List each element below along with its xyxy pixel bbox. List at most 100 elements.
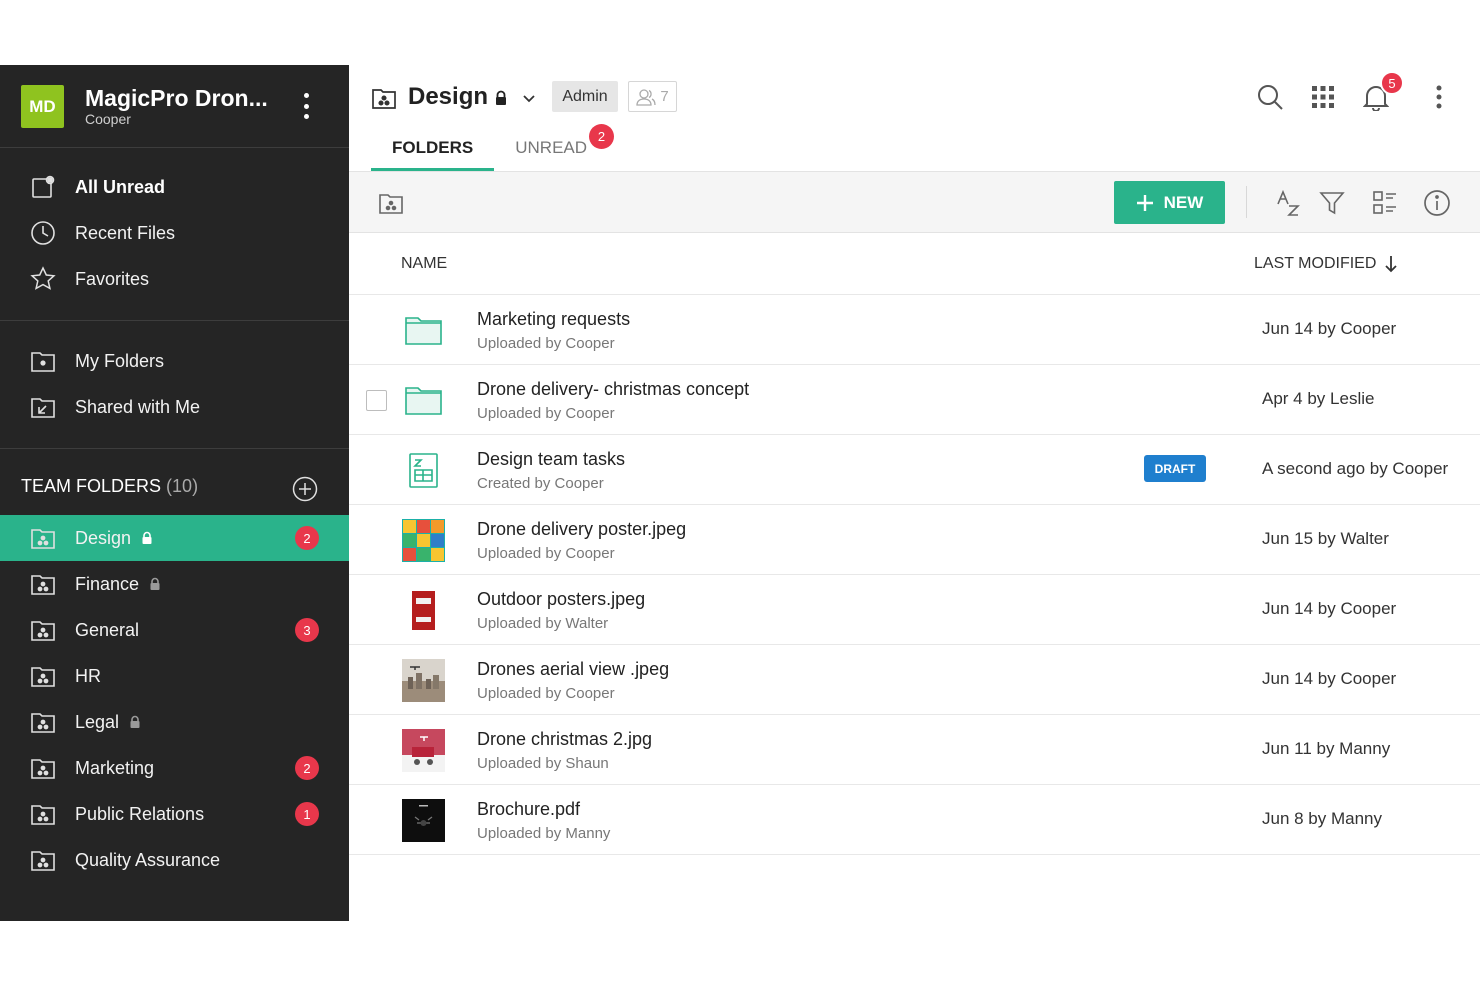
apps-grid-icon[interactable] bbox=[1303, 77, 1343, 117]
team-folder-icon bbox=[31, 713, 55, 733]
sidebar-item-my-folders[interactable]: My Folders bbox=[0, 338, 349, 384]
plus-icon bbox=[1136, 194, 1153, 211]
file-row[interactable]: Drones aerial view .jpeg Uploaded by Coo… bbox=[349, 645, 1480, 715]
sort-az-icon[interactable] bbox=[1272, 186, 1306, 220]
unread-count-badge: 2 bbox=[295, 756, 319, 780]
file-name[interactable]: Marketing requests bbox=[477, 309, 630, 330]
tab-unread[interactable]: UNREAD 2 bbox=[494, 124, 615, 171]
sidebar-item-label: HR bbox=[75, 665, 101, 686]
sidebar-item-team-folder[interactable]: Marketing 2 bbox=[0, 745, 349, 791]
filter-icon[interactable] bbox=[1315, 186, 1349, 220]
list-header: NAME LAST MODIFIED bbox=[349, 233, 1480, 295]
sidebar-item-label: General bbox=[75, 619, 140, 640]
file-name[interactable]: Brochure.pdf bbox=[477, 799, 580, 820]
sidebar-item-team-folder[interactable]: General 3 bbox=[0, 607, 349, 653]
sidebar-item-team-folder[interactable]: Design 2 bbox=[0, 515, 349, 561]
file-row[interactable]: Drone christmas 2.jpg Uploaded by Shaun … bbox=[349, 715, 1480, 785]
team-folder-icon bbox=[31, 805, 55, 825]
file-row[interactable]: Marketing requests Uploaded by Cooper Ju… bbox=[349, 295, 1480, 365]
role-badge: Admin bbox=[552, 81, 618, 112]
sidebar-item-label: Design bbox=[75, 528, 153, 549]
unread-count-badge: 1 bbox=[295, 802, 319, 826]
team-folders-header: TEAM FOLDERS (10) bbox=[0, 449, 349, 515]
sidebar-quick-section: All Unread Recent Files Favorites bbox=[0, 148, 349, 321]
sidebar-item-team-folder[interactable]: HR bbox=[0, 653, 349, 699]
file-name[interactable]: Drone christmas 2.jpg bbox=[477, 729, 652, 750]
org-avatar[interactable]: MD bbox=[21, 85, 64, 128]
sidebar-item-shared-with-me[interactable]: Shared with Me bbox=[0, 384, 349, 430]
arrow-down-icon bbox=[1385, 256, 1398, 273]
file-thumbnail bbox=[402, 519, 445, 562]
sidebar-item-team-folder[interactable]: Finance bbox=[0, 561, 349, 607]
star-icon bbox=[30, 266, 56, 290]
org-user: Cooper bbox=[85, 111, 131, 127]
file-uploader: Uploaded by Walter bbox=[477, 615, 609, 632]
team-folders-count: (10) bbox=[166, 476, 199, 496]
file-row[interactable]: Drone delivery- christmas concept Upload… bbox=[349, 365, 1480, 435]
file-name[interactable]: Drones aerial view .jpeg bbox=[477, 659, 669, 680]
view-toggle-icon[interactable] bbox=[1368, 186, 1402, 220]
sidebar-item-all-unread[interactable]: All Unread bbox=[0, 164, 349, 210]
more-options-icon[interactable] bbox=[1419, 77, 1459, 117]
file-thumbnail bbox=[402, 659, 445, 702]
team-folder-icon bbox=[372, 89, 396, 109]
sidebar-personal-section: My Folders Shared with Me bbox=[0, 321, 349, 449]
search-icon[interactable] bbox=[1250, 77, 1290, 117]
column-header-name[interactable]: NAME bbox=[401, 255, 447, 273]
file-thumbnail bbox=[402, 729, 445, 772]
sidebar-item-label: My Folders bbox=[75, 350, 165, 371]
row-checkbox[interactable] bbox=[366, 390, 387, 411]
org-header[interactable]: MD MagicPro Dron... Cooper bbox=[0, 65, 349, 148]
file-row[interactable]: Outdoor posters.jpeg Uploaded by Walter … bbox=[349, 575, 1480, 645]
file-row[interactable]: Drone delivery poster.jpeg Uploaded by C… bbox=[349, 505, 1480, 575]
file-name[interactable]: Drone delivery- christmas concept bbox=[477, 379, 749, 400]
info-icon[interactable] bbox=[1420, 186, 1454, 220]
sidebar-item-favorites[interactable]: Favorites bbox=[0, 256, 349, 302]
sidebar-item-label: Recent Files bbox=[75, 222, 176, 243]
lock-icon bbox=[130, 715, 140, 728]
notifications-bell-icon[interactable]: 5 bbox=[1356, 71, 1404, 117]
team-folder-icon bbox=[31, 529, 55, 549]
sidebar: MD MagicPro Dron... Cooper All Unread Re… bbox=[0, 65, 349, 921]
team-folders-title: TEAM FOLDERS (10) bbox=[21, 476, 199, 496]
unread-count-badge: 3 bbox=[295, 618, 319, 642]
sidebar-item-label: Shared with Me bbox=[75, 396, 201, 417]
file-row[interactable]: Brochure.pdf Uploaded by Manny Jun 8 by … bbox=[349, 785, 1480, 855]
main-panel: Design Admin 7 FOLDERS UNREAD 2 5 NEW NA… bbox=[349, 65, 1480, 921]
toolbar: NEW bbox=[349, 171, 1480, 233]
file-last-modified: Jun 14 by Cooper bbox=[1262, 669, 1397, 688]
sidebar-item-recent-files[interactable]: Recent Files bbox=[0, 210, 349, 256]
sidebar-item-label: All Unread bbox=[75, 176, 166, 197]
team-folder-icon bbox=[31, 575, 55, 595]
folder-icon bbox=[402, 309, 445, 352]
lock-icon bbox=[142, 531, 152, 544]
sidebar-item-team-folder[interactable]: Public Relations 1 bbox=[0, 791, 349, 837]
members-button[interactable]: 7 bbox=[628, 81, 677, 112]
sidebar-item-team-folder[interactable]: Quality Assurance bbox=[0, 837, 349, 883]
team-folder-icon[interactable] bbox=[378, 190, 404, 216]
file-name[interactable]: Design team tasks bbox=[477, 449, 625, 470]
file-row[interactable]: Design team tasks Created by Cooper DRAF… bbox=[349, 435, 1480, 505]
page-title: Design bbox=[408, 83, 489, 110]
folder-icon bbox=[402, 379, 445, 422]
file-last-modified: Apr 4 by Leslie bbox=[1262, 389, 1375, 408]
add-team-folder-icon[interactable] bbox=[292, 476, 318, 502]
more-options-icon[interactable] bbox=[296, 91, 316, 121]
file-name[interactable]: Drone delivery poster.jpeg bbox=[477, 519, 686, 540]
team-folder-icon bbox=[31, 621, 55, 641]
team-folder-icon bbox=[31, 851, 55, 871]
tab-folders[interactable]: FOLDERS bbox=[371, 125, 495, 171]
file-name[interactable]: Outdoor posters.jpeg bbox=[477, 589, 645, 610]
column-header-last-modified[interactable]: LAST MODIFIED bbox=[1254, 255, 1398, 273]
sidebar-item-label: Legal bbox=[75, 712, 141, 733]
org-name[interactable]: MagicPro Dron... bbox=[85, 85, 268, 112]
file-uploader: Uploaded by Manny bbox=[477, 825, 611, 842]
shared-folder-icon bbox=[31, 398, 55, 418]
folder-icon bbox=[31, 352, 55, 372]
chevron-down-icon[interactable] bbox=[521, 90, 537, 106]
sidebar-item-team-folder[interactable]: Legal bbox=[0, 699, 349, 745]
file-uploader: Uploaded by Cooper bbox=[477, 685, 615, 702]
file-last-modified: Jun 11 by Manny bbox=[1262, 739, 1391, 758]
new-button[interactable]: NEW bbox=[1114, 181, 1225, 224]
members-count: 7 bbox=[660, 88, 669, 105]
